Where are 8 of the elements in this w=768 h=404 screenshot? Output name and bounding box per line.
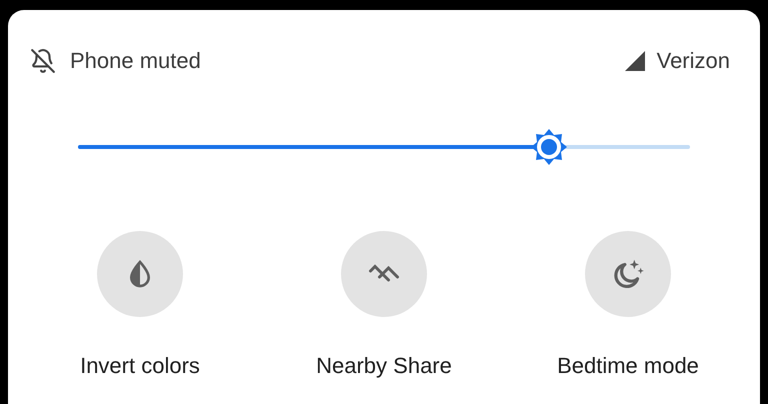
tile-label: Nearby Share (316, 352, 452, 380)
bell-off-icon (30, 48, 56, 74)
brightness-slider[interactable] (78, 131, 690, 163)
tile-label: Bedtime mode (557, 352, 699, 380)
ringer-status: Phone muted (70, 47, 201, 75)
signal-icon (622, 48, 647, 72)
carrier-name: Verizon (656, 47, 730, 75)
tile-label: Invert colors (80, 352, 200, 380)
